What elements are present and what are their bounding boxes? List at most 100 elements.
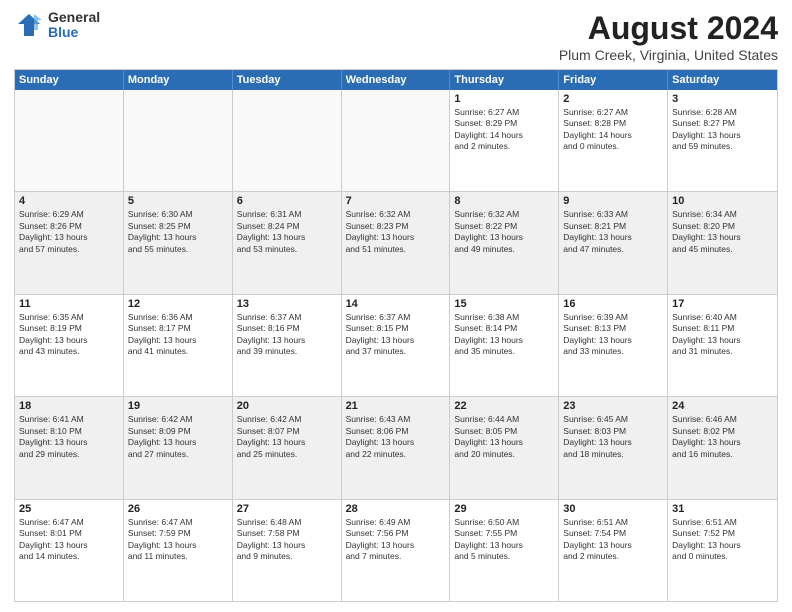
calendar-week-4: 18 Sunrise: 6:41 AM Sunset: 8:10 PM Dayli… [15,396,777,498]
day-info: Sunrise: 6:29 AM Sunset: 8:26 PM Dayligh… [19,209,119,255]
day-info: Sunrise: 6:46 AM Sunset: 8:02 PM Dayligh… [672,414,773,460]
day-number: 17 [672,298,773,310]
day-number: 3 [672,93,773,105]
day-number: 21 [346,400,446,412]
day-info: Sunrise: 6:47 AM Sunset: 8:01 PM Dayligh… [19,517,119,563]
day-number: 7 [346,195,446,207]
calendar-week-5: 25 Sunrise: 6:47 AM Sunset: 8:01 PM Dayli… [15,499,777,601]
page: General Blue August 2024 Plum Creek, Vir… [0,0,792,612]
logo-general-text: General [48,10,100,25]
header-monday: Monday [124,70,233,90]
table-row: 13Sunrise: 6:37 AM Sunset: 8:16 PM Dayli… [233,295,342,396]
table-row: 18 Sunrise: 6:41 AM Sunset: 8:10 PM Dayli… [15,397,124,498]
table-row: 3 Sunrise: 6:28 AM Sunset: 8:27 PM Daylig… [668,90,777,191]
day-number: 14 [346,298,446,310]
calendar: Sunday Monday Tuesday Wednesday Thursday… [14,69,778,602]
day-number: 24 [672,400,773,412]
day-info: Sunrise: 6:42 AM Sunset: 8:07 PM Dayligh… [237,414,337,460]
day-number: 22 [454,400,554,412]
day-info: Sunrise: 6:30 AM Sunset: 8:25 PM Dayligh… [128,209,228,255]
day-number: 28 [346,503,446,515]
table-row: 20 Sunrise: 6:42 AM Sunset: 8:07 PM Dayli… [233,397,342,498]
table-row: 14 Sunrise: 6:37 AM Sunset: 8:15 PM Dayli… [342,295,451,396]
day-info: Sunrise: 6:37 AM Sunset: 8:15 PM Dayligh… [346,312,446,358]
day-number: 9 [563,195,663,207]
logo-text: General Blue [48,10,100,41]
calendar-week-3: 11Sunrise: 6:35 AM Sunset: 8:19 PM Dayli… [15,294,777,396]
day-info: Sunrise: 6:34 AM Sunset: 8:20 PM Dayligh… [672,209,773,255]
day-info: Sunrise: 6:51 AM Sunset: 7:54 PM Dayligh… [563,517,663,563]
day-info: Sunrise: 6:41 AM Sunset: 8:10 PM Dayligh… [19,414,119,460]
table-row: 10Sunrise: 6:34 AM Sunset: 8:20 PM Dayli… [668,192,777,293]
table-row: 6Sunrise: 6:31 AM Sunset: 8:24 PM Daylig… [233,192,342,293]
day-info: Sunrise: 6:50 AM Sunset: 7:55 PM Dayligh… [454,517,554,563]
calendar-week-2: 4 Sunrise: 6:29 AM Sunset: 8:26 PM Daylig… [15,191,777,293]
day-info: Sunrise: 6:48 AM Sunset: 7:58 PM Dayligh… [237,517,337,563]
table-row [15,90,124,191]
day-number: 15 [454,298,554,310]
day-info: Sunrise: 6:51 AM Sunset: 7:52 PM Dayligh… [672,517,773,563]
day-number: 27 [237,503,337,515]
title-block: August 2024 Plum Creek, Virginia, United… [559,10,778,63]
day-info: Sunrise: 6:27 AM Sunset: 8:29 PM Dayligh… [454,107,554,153]
main-title: August 2024 [559,10,778,47]
day-info: Sunrise: 6:27 AM Sunset: 8:28 PM Dayligh… [563,107,663,153]
table-row: 16Sunrise: 6:39 AM Sunset: 8:13 PM Dayli… [559,295,668,396]
day-number: 2 [563,93,663,105]
day-number: 29 [454,503,554,515]
header-thursday: Thursday [450,70,559,90]
table-row: 8Sunrise: 6:32 AM Sunset: 8:22 PM Daylig… [450,192,559,293]
table-row: 9 Sunrise: 6:33 AM Sunset: 8:21 PM Daylig… [559,192,668,293]
day-info: Sunrise: 6:32 AM Sunset: 8:22 PM Dayligh… [454,209,554,255]
day-info: Sunrise: 6:45 AM Sunset: 8:03 PM Dayligh… [563,414,663,460]
table-row: 12Sunrise: 6:36 AM Sunset: 8:17 PM Dayli… [124,295,233,396]
table-row: 4 Sunrise: 6:29 AM Sunset: 8:26 PM Daylig… [15,192,124,293]
day-number: 25 [19,503,119,515]
day-info: Sunrise: 6:49 AM Sunset: 7:56 PM Dayligh… [346,517,446,563]
day-number: 23 [563,400,663,412]
day-number: 6 [237,195,337,207]
day-info: Sunrise: 6:43 AM Sunset: 8:06 PM Dayligh… [346,414,446,460]
header-wednesday: Wednesday [342,70,451,90]
table-row: 25 Sunrise: 6:47 AM Sunset: 8:01 PM Dayli… [15,500,124,601]
header-tuesday: Tuesday [233,70,342,90]
table-row: 7 Sunrise: 6:32 AM Sunset: 8:23 PM Daylig… [342,192,451,293]
day-number: 4 [19,195,119,207]
day-info: Sunrise: 6:42 AM Sunset: 8:09 PM Dayligh… [128,414,228,460]
day-number: 30 [563,503,663,515]
table-row [124,90,233,191]
table-row [233,90,342,191]
day-info: Sunrise: 6:37 AM Sunset: 8:16 PM Dayligh… [237,312,337,358]
table-row: 26Sunrise: 6:47 AM Sunset: 7:59 PM Dayli… [124,500,233,601]
calendar-body: 1Sunrise: 6:27 AM Sunset: 8:29 PM Daylig… [15,90,777,601]
header-sunday: Sunday [15,70,124,90]
table-row: 24 Sunrise: 6:46 AM Sunset: 8:02 PM Dayli… [668,397,777,498]
table-row: 29 Sunrise: 6:50 AM Sunset: 7:55 PM Dayli… [450,500,559,601]
table-row: 2 Sunrise: 6:27 AM Sunset: 8:28 PM Daylig… [559,90,668,191]
table-row: 5Sunrise: 6:30 AM Sunset: 8:25 PM Daylig… [124,192,233,293]
subtitle: Plum Creek, Virginia, United States [559,47,778,63]
table-row: 27 Sunrise: 6:48 AM Sunset: 7:58 PM Dayli… [233,500,342,601]
calendar-week-1: 1Sunrise: 6:27 AM Sunset: 8:29 PM Daylig… [15,90,777,191]
day-number: 18 [19,400,119,412]
day-number: 20 [237,400,337,412]
table-row: 30 Sunrise: 6:51 AM Sunset: 7:54 PM Dayli… [559,500,668,601]
table-row: 31 Sunrise: 6:51 AM Sunset: 7:52 PM Dayli… [668,500,777,601]
table-row: 1Sunrise: 6:27 AM Sunset: 8:29 PM Daylig… [450,90,559,191]
table-row: 15Sunrise: 6:38 AM Sunset: 8:14 PM Dayli… [450,295,559,396]
day-info: Sunrise: 6:28 AM Sunset: 8:27 PM Dayligh… [672,107,773,153]
logo-icon [14,10,44,40]
table-row: 28 Sunrise: 6:49 AM Sunset: 7:56 PM Dayli… [342,500,451,601]
logo-blue-text: Blue [48,25,100,40]
day-info: Sunrise: 6:40 AM Sunset: 8:11 PM Dayligh… [672,312,773,358]
header: General Blue August 2024 Plum Creek, Vir… [14,10,778,63]
day-number: 31 [672,503,773,515]
table-row: 23 Sunrise: 6:45 AM Sunset: 8:03 PM Dayli… [559,397,668,498]
day-info: Sunrise: 6:32 AM Sunset: 8:23 PM Dayligh… [346,209,446,255]
header-friday: Friday [559,70,668,90]
header-saturday: Saturday [668,70,777,90]
day-info: Sunrise: 6:33 AM Sunset: 8:21 PM Dayligh… [563,209,663,255]
day-info: Sunrise: 6:44 AM Sunset: 8:05 PM Dayligh… [454,414,554,460]
logo: General Blue [14,10,100,41]
day-number: 19 [128,400,228,412]
